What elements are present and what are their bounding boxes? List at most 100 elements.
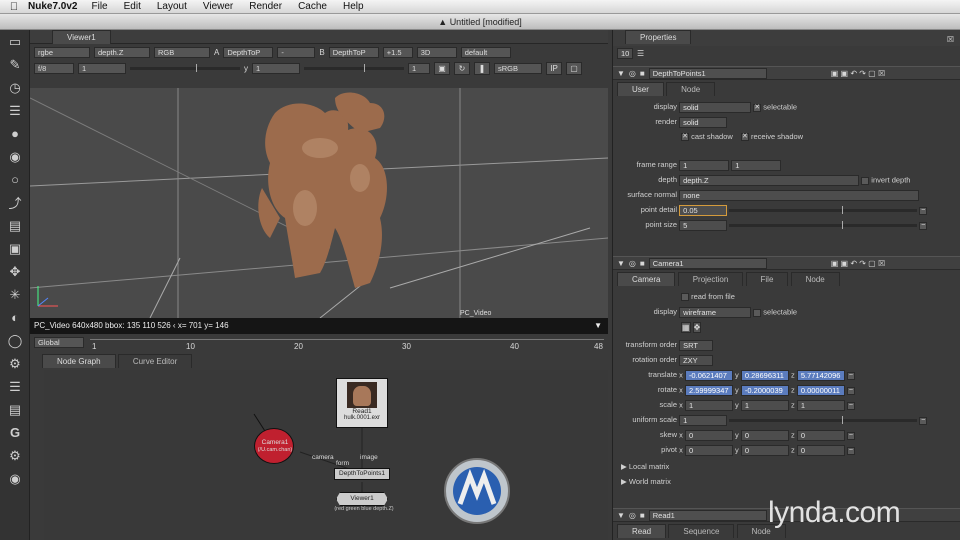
point-detail-slider[interactable] <box>729 206 918 214</box>
read-node[interactable]: Read1 hulk.0001.exr <box>336 378 388 428</box>
pivot-y-field[interactable]: 0 <box>740 445 789 456</box>
camera-axis-icon[interactable]: ▦ <box>681 322 691 333</box>
ab-op-dropdown[interactable]: - <box>277 46 316 58</box>
node-graph-canvas[interactable]: Camera1 (/U.cam.chan) Read1 hulk.0001.ex… <box>44 370 608 540</box>
translate-x-field[interactable]: -0.0621407 <box>684 370 733 381</box>
skew-y-field[interactable]: 0 <box>740 430 789 441</box>
depth-dropdown[interactable]: depth.Z <box>679 175 860 186</box>
rotate-z-field[interactable]: 0.00000011 <box>796 385 845 396</box>
range-dropdown[interactable]: Global <box>34 337 84 348</box>
camera-collapse-icon[interactable]: ▼ <box>617 259 625 268</box>
center-node-icon[interactable]: ◎ <box>629 69 636 78</box>
transform-order-dropdown[interactable]: SRT <box>679 340 714 351</box>
pivot-z-field[interactable]: 0 <box>796 445 845 456</box>
other-tool-icon[interactable]: ▤ <box>0 398 30 421</box>
a-input-dropdown[interactable]: DepthToP <box>223 46 274 58</box>
collapse-icon[interactable]: ▼ <box>617 69 625 78</box>
invert-depth-checkbox[interactable] <box>861 176 870 185</box>
image-tool-icon[interactable]: ▭ <box>0 30 30 53</box>
close-properties-icon[interactable]: ☒ <box>947 32 954 48</box>
pause-icon[interactable]: ❚ <box>474 61 490 75</box>
menu-render[interactable]: Render <box>249 1 282 12</box>
display-mode-dropdown[interactable]: default <box>460 46 511 58</box>
pivot-x-field[interactable]: 0 <box>684 445 733 456</box>
tab-projection[interactable]: Projection <box>677 272 744 286</box>
rotate-x-field[interactable]: 2.59999347 <box>684 385 733 396</box>
local-matrix-expand-icon[interactable]: ▶ <box>621 462 627 471</box>
scale-z-field[interactable]: 1 <box>796 400 845 411</box>
menu-viewer[interactable]: Viewer <box>203 1 233 12</box>
view-mode-dropdown[interactable]: 3D <box>416 46 457 58</box>
tab-node-graph[interactable]: Node Graph <box>42 354 116 368</box>
merge-tool-icon[interactable]: ⤴ <box>0 191 30 214</box>
camera-display-dropdown[interactable]: wireframe <box>679 307 752 318</box>
selectable-checkbox[interactable]: ✕ <box>753 103 762 112</box>
metadata-tool-icon[interactable]: ⚙ <box>0 352 30 375</box>
time-tool-icon[interactable]: ◷ <box>0 76 30 99</box>
tab-file[interactable]: File <box>745 272 789 286</box>
float-panel-icon[interactable]: ▣ ▣ ↶ ↷ ▢ ☒ <box>831 69 885 78</box>
camera-color-icon[interactable]: ■ <box>640 259 645 268</box>
uniform-scale-slider[interactable] <box>729 416 918 424</box>
read-center-icon[interactable]: ◎ <box>629 511 636 520</box>
skew-anim-icon[interactable]: ~ <box>846 431 855 440</box>
point-detail-field[interactable]: 0.05 <box>679 205 728 216</box>
rgb-dropdown[interactable]: RGB <box>154 46 210 58</box>
menu-file[interactable]: File <box>91 1 107 12</box>
max-panels-field[interactable]: 10 <box>617 47 633 59</box>
gain-slider[interactable] <box>130 63 240 72</box>
point-size-anim-icon[interactable]: ~ <box>919 221 928 230</box>
layer-dropdown[interactable]: depth.Z <box>94 46 150 58</box>
views-tool-icon[interactable]: ◯ <box>0 329 30 352</box>
camera-transform-icon[interactable]: ✥ <box>692 322 702 333</box>
camera-name-field[interactable]: Camera1 <box>648 257 767 269</box>
read-from-file-checkbox[interactable] <box>681 293 689 302</box>
fstop-field[interactable]: f/8 <box>34 62 74 74</box>
cast-shadow-checkbox[interactable]: ✕ <box>681 133 689 142</box>
world-matrix-row[interactable]: ▶ World matrix <box>621 477 671 486</box>
lut-dropdown[interactable]: sRGB <box>494 62 542 74</box>
info-dropdown-icon[interactable]: ▼ <box>594 318 602 334</box>
viewer-node[interactable]: Viewer1 <box>336 492 388 506</box>
gain-field[interactable]: 1 <box>78 62 126 74</box>
ofx-tool-icon[interactable]: ⚙ <box>0 444 30 467</box>
local-matrix-row[interactable]: ▶ Local matrix <box>621 462 669 471</box>
keyer-tool-icon[interactable]: ○ <box>0 168 30 191</box>
toolsets-tool-icon[interactable]: ☰ <box>0 375 30 398</box>
frame-range-start[interactable]: 1 <box>679 160 730 171</box>
depthtopoints-name-field[interactable]: DepthToPoints1 <box>648 67 767 79</box>
uniform-scale-field[interactable]: 1 <box>679 415 728 426</box>
rotate-anim-icon[interactable]: ~ <box>846 386 855 395</box>
3d-tool-icon[interactable]: ▣ <box>0 237 30 260</box>
camera-panel-icons[interactable]: ▣ ▣ ↶ ↷ ▢ ☒ <box>831 259 885 268</box>
apple-icon[interactable]:  <box>0 1 28 13</box>
layers-tool-icon[interactable]: ▤ <box>0 214 30 237</box>
translate-z-field[interactable]: 5.77142096 <box>796 370 845 381</box>
scale-y-field[interactable]: 1 <box>740 400 789 411</box>
gamma-slider[interactable] <box>304 63 404 72</box>
filter-tool-icon[interactable]: ◉ <box>0 145 30 168</box>
menu-layout[interactable]: Layout <box>157 1 187 12</box>
depthtopoints-node[interactable]: DepthToPoints1 <box>334 468 390 480</box>
app-menu[interactable]: Nuke7.0v2 <box>28 1 77 12</box>
surface-normal-dropdown[interactable]: none <box>679 190 920 201</box>
color-tool-icon[interactable]: ● <box>0 122 30 145</box>
translate-y-field[interactable]: 0.28696311 <box>740 370 789 381</box>
scale-x-field[interactable]: 1 <box>684 400 733 411</box>
channels-dropdown[interactable]: rgbe <box>34 46 90 58</box>
particle-tool-icon[interactable]: ✳ <box>0 283 30 306</box>
receive-shadow-checkbox[interactable]: ✕ <box>740 133 749 142</box>
tab-camera-node[interactable]: Node <box>790 272 840 286</box>
node-color-icon[interactable]: ■ <box>640 69 645 78</box>
roi-icon[interactable]: ▢ <box>566 61 582 75</box>
proxy-dropdown[interactable]: 1 <box>408 62 430 74</box>
display-dropdown[interactable]: solid <box>679 102 752 113</box>
render-dropdown[interactable]: solid <box>679 117 728 128</box>
tab-sequence[interactable]: Sequence <box>668 524 735 538</box>
refresh-icon[interactable]: ↻ <box>454 61 470 75</box>
camera-node[interactable]: Camera1 (/U.cam.chan) <box>254 428 294 464</box>
skew-x-field[interactable]: 0 <box>684 430 733 441</box>
menu-edit[interactable]: Edit <box>124 1 141 12</box>
tab-viewer1[interactable]: Viewer1 <box>52 30 111 44</box>
gizmo-tool-icon[interactable]: G <box>0 421 30 444</box>
